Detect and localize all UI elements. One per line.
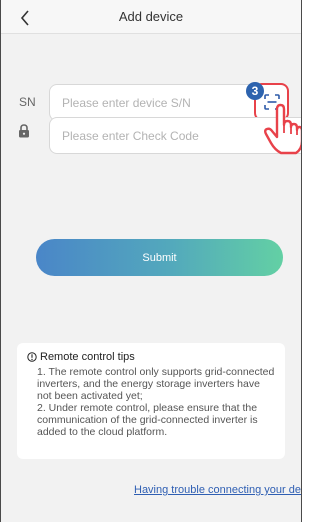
pointing-hand-icon [264, 103, 301, 155]
step-badge: 3 [246, 82, 264, 100]
tips-header: Remote control tips [27, 351, 275, 363]
lock-icon [19, 124, 29, 138]
tips-card: Remote control tips 1. The remote contro… [17, 343, 285, 459]
info-icon [27, 352, 37, 362]
tips-body: 1. The remote control only supports grid… [37, 366, 275, 438]
help-link[interactable]: Having trouble connecting your device? [134, 484, 301, 496]
submit-button[interactable]: Submit [36, 239, 283, 276]
tips-title: Remote control tips [40, 351, 135, 363]
page-title: Add device [118, 9, 184, 24]
sn-label: SN [19, 95, 36, 109]
app-screen: Add device SN 3 Submit Remo [0, 0, 302, 522]
top-bar: Add device [1, 0, 301, 34]
